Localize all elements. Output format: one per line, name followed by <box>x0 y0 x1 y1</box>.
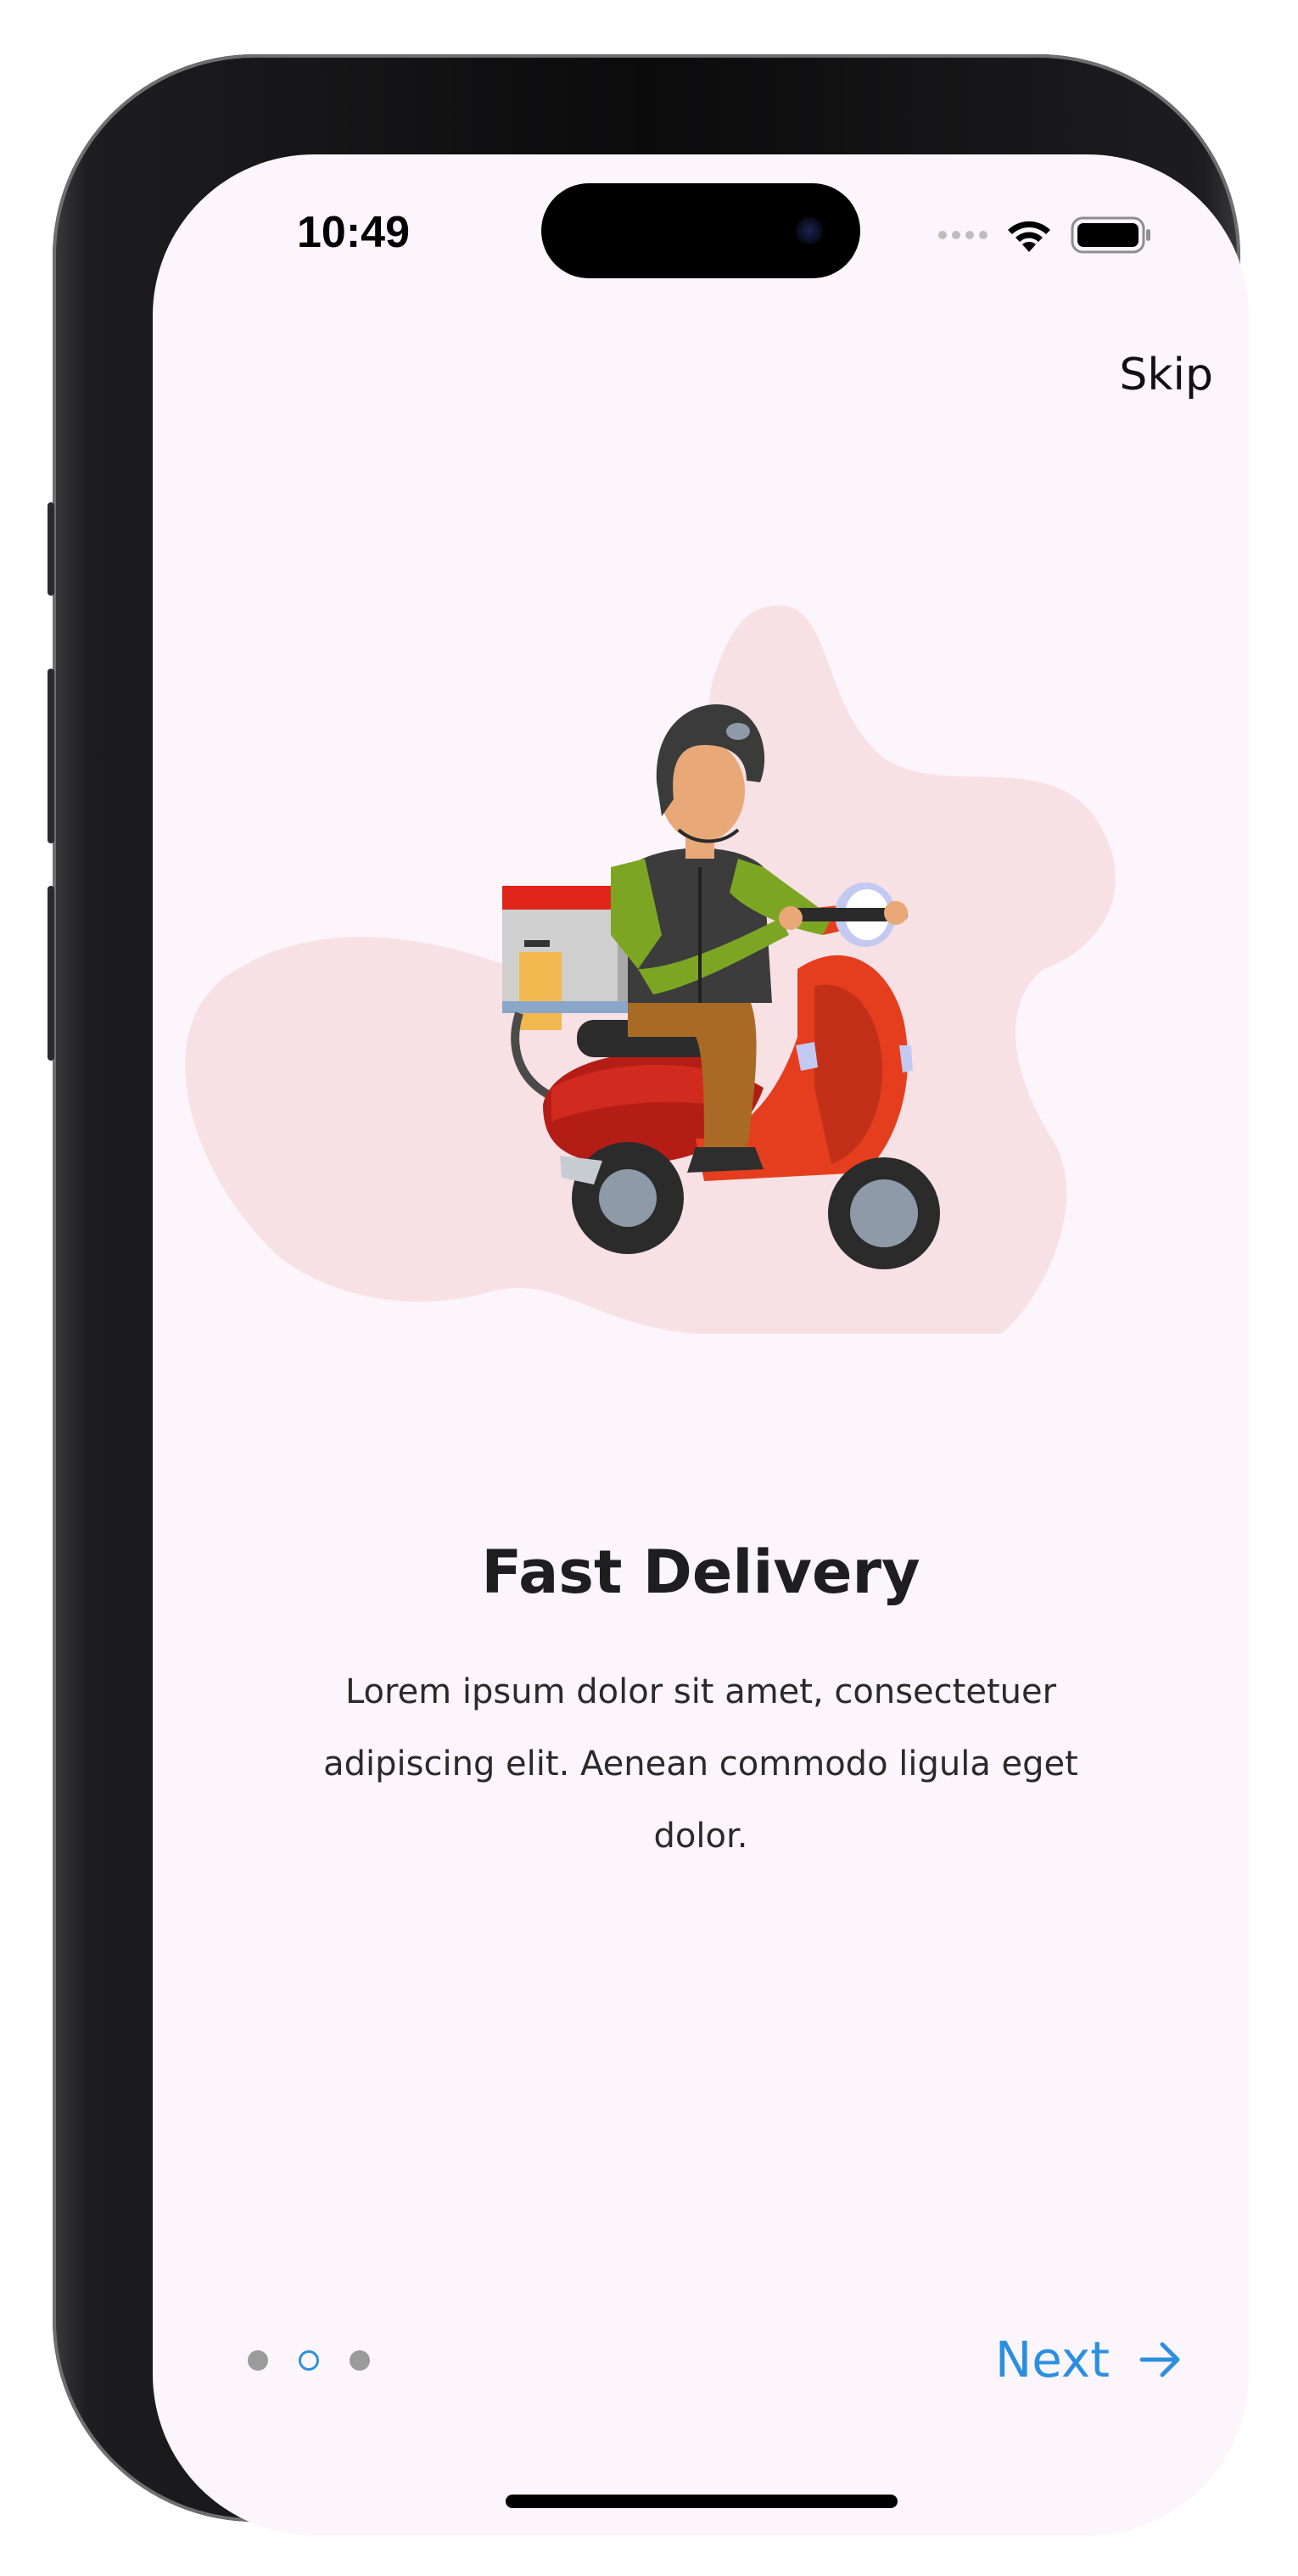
arrow-right-icon <box>1139 2342 1180 2377</box>
home-indicator[interactable] <box>506 2495 898 2508</box>
signal-icon <box>938 231 987 239</box>
dynamic-island <box>541 183 860 278</box>
phone-frame: 10:49 Skip Fast Delivery Lorem ipsum dol… <box>48 54 1249 2535</box>
status-time: 10:49 <box>297 208 410 257</box>
skip-button[interactable]: Skip <box>1119 350 1213 400</box>
status-icons <box>938 214 1152 256</box>
camera-icon <box>796 217 823 244</box>
onboarding-description: Lorem ipsum dolor sit amet, consectetuer… <box>323 1672 1078 1856</box>
action-button <box>48 502 54 596</box>
volume-down-button <box>48 886 54 1061</box>
volume-up-button <box>48 669 54 843</box>
next-label: Next <box>994 2331 1110 2388</box>
battery-icon <box>1071 216 1150 254</box>
page-indicator <box>248 2350 370 2371</box>
onboarding-title: Fast Delivery <box>481 1537 920 1607</box>
delivery-scooter-illustration <box>185 605 1116 1334</box>
app-screen: 10:49 Skip Fast Delivery Lorem ipsum dol… <box>153 154 1249 2535</box>
wifi-icon <box>1008 221 1050 252</box>
page-dot-2-active[interactable] <box>299 2350 319 2371</box>
next-button[interactable]: Next <box>995 2331 1183 2388</box>
page-dot-1[interactable] <box>248 2350 268 2371</box>
page-dot-3[interactable] <box>350 2350 370 2371</box>
